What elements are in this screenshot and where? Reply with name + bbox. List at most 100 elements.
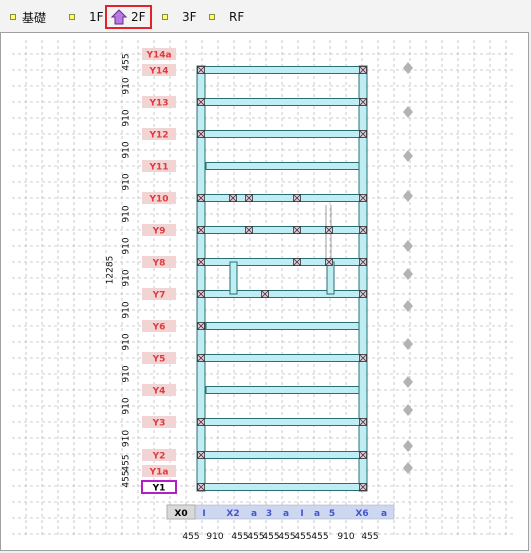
- beam: [200, 98, 364, 106]
- column-beam-left: [196, 65, 206, 492]
- edge-marker: [403, 62, 413, 74]
- tab-indicator-icon: [209, 14, 215, 20]
- x-dimension: 455: [262, 532, 279, 539]
- x-label: I: [300, 509, 303, 519]
- tab-kiso[interactable]: 基礎: [10, 6, 46, 28]
- y-label: Y7: [152, 291, 166, 301]
- floor-plan-canvas[interactable]: Y14aY14Y13Y12Y11Y10Y9Y8Y7Y6Y5Y4Y3Y2Y1aY1…: [10, 37, 517, 539]
- tab-label: RF: [229, 10, 245, 24]
- y-dimension: 910: [122, 237, 132, 254]
- beam: [200, 226, 364, 234]
- beam: [200, 451, 364, 459]
- y-axis-dimensions: 455 910 910 910 910 910 910 910 910 910 910 910 910 4…: [106, 53, 132, 487]
- x-dimension: 910: [337, 532, 354, 539]
- y-label: Y12: [148, 131, 168, 141]
- edge-marker: [403, 240, 413, 252]
- y-label: Y4: [152, 387, 166, 397]
- edge-marker: [403, 150, 413, 162]
- y-dimension: 910: [122, 141, 132, 158]
- beam: [205, 322, 360, 330]
- edge-marker: [403, 376, 413, 388]
- y-dimension: 910: [122, 365, 132, 382]
- x-dimension: 910: [206, 532, 223, 539]
- y-dimension-total: 12285: [106, 256, 116, 285]
- beam: [205, 162, 360, 170]
- x-axis-labels: X0 I X2 a 3 a Ia 5 X6 a: [166, 504, 395, 520]
- x-label: I: [202, 509, 205, 519]
- y-label: Y13: [148, 99, 168, 109]
- tab-label: 1F: [89, 10, 104, 24]
- tab-rf[interactable]: RF: [209, 6, 244, 28]
- tab-2f[interactable]: 2F: [105, 5, 152, 29]
- y-label: Y8: [152, 259, 166, 269]
- x-dimension: 455: [311, 532, 328, 539]
- edge-marker: [403, 190, 413, 202]
- x-dimension: 455: [294, 532, 311, 539]
- tab-label: 3F: [182, 10, 197, 24]
- y-label: Y1: [152, 484, 166, 494]
- x-label: X6: [355, 509, 368, 519]
- x-label: a: [283, 509, 289, 519]
- beam: [200, 130, 364, 138]
- y-dimension: 910: [122, 205, 132, 222]
- beam: [205, 386, 360, 394]
- x-label: X0: [174, 509, 187, 519]
- y-dimension: 455: [122, 53, 132, 70]
- y-label: Y11: [148, 163, 168, 173]
- beam: [200, 354, 364, 362]
- y-dimension: 910: [122, 301, 132, 318]
- y-label: Y14a: [145, 51, 171, 61]
- edge-marker: [403, 106, 413, 118]
- house-icon: [111, 9, 127, 25]
- x-dimension: 455: [361, 532, 378, 539]
- beam: [200, 483, 364, 491]
- edge-marker: [403, 338, 413, 350]
- edge-marker: [403, 440, 413, 452]
- beam: [200, 418, 364, 426]
- y-label: Y1a: [149, 468, 169, 478]
- y-axis-labels: Y14a Y14 Y13 Y12 Y11 Y10 Y9 Y8 Y7 Y6 Y5 Y4 Y3 Y2 Y1a Y1: [141, 48, 177, 494]
- y-label: Y2: [152, 452, 166, 462]
- tab-indicator-icon: [162, 14, 168, 20]
- beam: [200, 290, 364, 298]
- x-dimension: 455: [231, 532, 248, 539]
- tab-label: 2F: [131, 10, 146, 24]
- inner-beam: [326, 261, 335, 295]
- y-dimension: 910: [122, 109, 132, 126]
- y-dimension: 455: [122, 470, 132, 487]
- y-dimension: 910: [122, 269, 132, 286]
- y-dimension: 910: [122, 397, 132, 414]
- x-dimension: 455: [278, 532, 295, 539]
- beam: [200, 194, 364, 202]
- y-dimension: 910: [122, 173, 132, 190]
- tab-indicator-icon: [10, 14, 16, 20]
- tab-indicator-icon: [69, 14, 75, 20]
- y-dimension: 910: [122, 430, 132, 447]
- right-edge-markers: [403, 62, 413, 474]
- y-dimension: 910: [122, 77, 132, 94]
- x-label: a: [251, 509, 257, 519]
- tab-3f[interactable]: 3F: [162, 6, 197, 28]
- x-label: 3: [266, 509, 272, 519]
- column-beam-right: [358, 65, 368, 492]
- y-label: Y3: [152, 419, 166, 429]
- y-label: Y14: [148, 67, 168, 77]
- edge-marker: [403, 462, 413, 474]
- y-dimension: 910: [122, 333, 132, 350]
- y-dimension: 455: [122, 454, 132, 471]
- y-label: Y10: [148, 195, 168, 205]
- background-grid: [12, 40, 516, 538]
- x-label: X2: [226, 509, 239, 519]
- y-label: Y6: [152, 323, 166, 333]
- x-dimension: 455: [182, 532, 199, 539]
- y-label: Y9: [152, 227, 166, 237]
- y-label: Y5: [152, 355, 166, 365]
- beam: [200, 258, 364, 266]
- beam-layer: [196, 65, 368, 492]
- floor-tab-bar: 基礎 1F 2F 3F RF: [0, 0, 531, 32]
- x-label: 5: [329, 509, 335, 519]
- tab-1f[interactable]: 1F: [69, 6, 104, 28]
- inner-beam: [229, 261, 238, 295]
- x-axis-dimensions: 455 910 455455455455455 455 910 455: [182, 532, 378, 539]
- beam: [200, 66, 364, 74]
